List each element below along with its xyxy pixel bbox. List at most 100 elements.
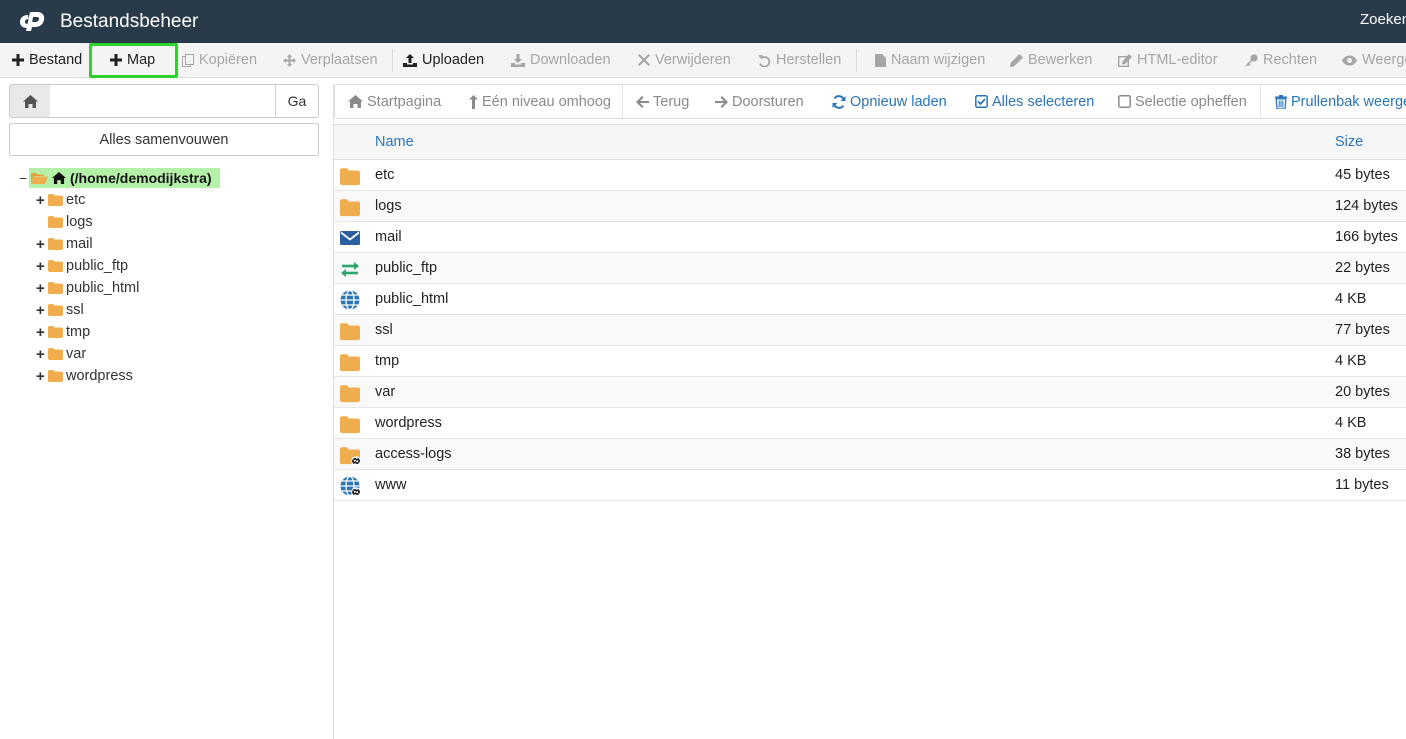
trash-icon — [1275, 94, 1287, 109]
go-button[interactable]: Ga — [275, 84, 319, 118]
folder-icon — [48, 326, 63, 338]
header-search-link[interactable]: Zoeken — [1360, 11, 1406, 28]
home-directory-button[interactable] — [9, 84, 51, 118]
folder-icon — [48, 238, 63, 250]
rename-button[interactable]: Naam wijzigen — [875, 43, 985, 77]
tree-item[interactable]: + wordpress — [36, 365, 133, 387]
file-table: Name Size etc 45 bytes logs 124 bytes mail 16… — [334, 124, 1406, 501]
forward-button[interactable]: Doorsturen — [715, 85, 804, 118]
transfer-arrows-icon — [341, 262, 359, 277]
table-row[interactable]: tmp 4 KB — [334, 346, 1406, 377]
file-icon — [875, 53, 886, 67]
tree-item[interactable]: + public_html — [36, 277, 139, 299]
table-row[interactable]: var 20 bytes — [334, 377, 1406, 408]
x-icon — [638, 54, 650, 66]
new-file-button[interactable]: Bestand — [12, 43, 82, 77]
permissions-button[interactable]: Rechten — [1245, 43, 1317, 77]
expand-toggle[interactable]: + — [36, 280, 48, 297]
collapse-toggle[interactable]: − — [19, 170, 29, 186]
tree-item[interactable]: + etc — [36, 189, 85, 211]
expand-toggle[interactable]: + — [36, 236, 48, 253]
table-row[interactable]: access-logs 38 bytes — [334, 439, 1406, 470]
table-row[interactable]: etc 45 bytes — [334, 160, 1406, 191]
file-name[interactable]: access-logs — [375, 446, 452, 462]
globe-symlink-icon — [340, 475, 361, 497]
back-button[interactable]: Terug — [636, 85, 689, 118]
expand-toggle[interactable]: + — [36, 192, 48, 209]
column-header-size[interactable]: Size — [1335, 134, 1363, 150]
folder-icon — [48, 370, 63, 382]
move-button[interactable]: Verplaatsen — [283, 43, 378, 77]
tree-item[interactable]: logs — [36, 211, 93, 233]
upload-button[interactable]: Uploaden — [403, 43, 484, 77]
download-icon — [511, 53, 525, 67]
file-size: 4 KB — [1335, 353, 1367, 369]
toolbar-divider — [856, 49, 857, 72]
refresh-icon — [832, 94, 846, 109]
level-up-icon — [469, 94, 478, 109]
folder-icon — [340, 385, 360, 403]
reload-button[interactable]: Opnieuw laden — [832, 85, 947, 118]
tree-item-label: etc — [66, 192, 86, 208]
file-name[interactable]: ssl — [375, 322, 393, 338]
mail-icon — [340, 231, 360, 245]
file-name[interactable]: mail — [375, 229, 402, 245]
file-name[interactable]: etc — [375, 167, 394, 183]
path-navigator: Ga — [9, 84, 319, 118]
expand-toggle[interactable]: + — [36, 324, 48, 341]
file-name[interactable]: www — [375, 477, 406, 493]
tree-item[interactable]: + ssl — [36, 299, 84, 321]
globe-icon — [340, 289, 360, 311]
folder-icon — [340, 168, 360, 186]
restore-button[interactable]: Herstellen — [758, 43, 841, 77]
expand-toggle[interactable]: + — [36, 346, 48, 363]
table-row[interactable]: public_ftp 22 bytes — [334, 253, 1406, 284]
copy-button[interactable]: Kopiëren — [182, 43, 257, 77]
table-row[interactable]: logs 124 bytes — [334, 191, 1406, 222]
column-header-name[interactable]: Name — [375, 134, 414, 150]
expand-toggle[interactable]: + — [36, 368, 48, 385]
navigation-bar: Startpagina Eén niveau omhoog Terug Door… — [334, 84, 1406, 119]
select-all-button[interactable]: Alles selecteren — [975, 85, 1094, 118]
folder-icon — [48, 260, 63, 272]
deselect-button[interactable]: Selectie opheffen — [1118, 85, 1247, 118]
file-name[interactable]: public_ftp — [375, 260, 437, 276]
table-row[interactable]: ssl 77 bytes — [334, 315, 1406, 346]
tree-root-highlight: (/home/demodijkstra) — [29, 168, 220, 188]
tree-item[interactable]: + var — [36, 343, 86, 365]
html-editor-button[interactable]: HTML-editor — [1118, 43, 1218, 77]
edit-button[interactable]: Bewerken — [1010, 43, 1092, 77]
file-name[interactable]: logs — [375, 198, 402, 214]
path-input[interactable] — [50, 84, 276, 118]
tree-root[interactable]: − (/home/demodijkstra) — [19, 167, 220, 189]
file-name[interactable]: wordpress — [375, 415, 442, 431]
expand-toggle[interactable]: + — [36, 302, 48, 319]
folder-icon — [340, 323, 360, 341]
home-nav-button[interactable]: Startpagina — [348, 85, 441, 118]
tree-item[interactable]: + tmp — [36, 321, 90, 343]
file-size: 166 bytes — [1335, 229, 1398, 245]
file-name[interactable]: var — [375, 384, 395, 400]
tree-item-label: public_ftp — [66, 258, 129, 274]
view-trash-button[interactable]: Prullenbak weerge — [1275, 85, 1406, 118]
table-row[interactable]: wordpress 4 KB — [334, 408, 1406, 439]
pencil-icon — [1010, 53, 1023, 67]
expand-toggle[interactable]: + — [36, 258, 48, 275]
tree-item[interactable]: + public_ftp — [36, 255, 128, 277]
delete-button[interactable]: Verwijderen — [638, 43, 731, 77]
folder-open-icon — [31, 173, 48, 184]
download-button[interactable]: Downloaden — [511, 43, 611, 77]
file-name[interactable]: tmp — [375, 353, 399, 369]
table-row[interactable]: www 11 bytes — [334, 470, 1406, 501]
table-row[interactable]: public_html 4 KB — [334, 284, 1406, 315]
folder-icon — [340, 354, 360, 372]
home-icon — [52, 172, 66, 184]
view-button[interactable]: Weerge — [1342, 43, 1406, 77]
tree-item[interactable]: + mail — [36, 233, 93, 255]
checkbox-empty-icon — [1118, 95, 1131, 108]
file-name[interactable]: public_html — [375, 291, 448, 307]
collapse-all-button[interactable]: Alles samenvouwen — [9, 123, 319, 156]
table-row[interactable]: mail 166 bytes — [334, 222, 1406, 253]
new-folder-button[interactable]: Map — [110, 43, 155, 77]
up-one-level-button[interactable]: Eén niveau omhoog — [469, 85, 611, 118]
